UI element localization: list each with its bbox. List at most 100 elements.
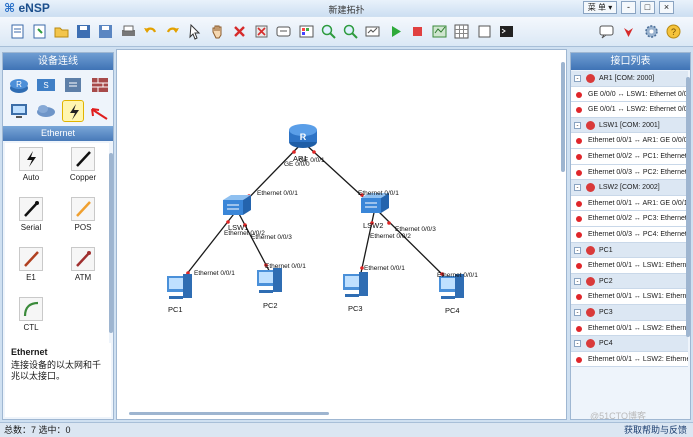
close-button[interactable]: × (659, 1, 674, 14)
chat-icon[interactable] (598, 23, 615, 40)
save-as-icon[interactable] (97, 23, 114, 40)
interface-link-row[interactable]: Ethernet 0/0/3 ↔ PC2: Ethernet 0/0/1 (571, 164, 688, 181)
delete-all-icon[interactable] (253, 23, 270, 40)
cable-pos[interactable]: POS (57, 193, 109, 243)
interface-link-row[interactable]: Ethernet 0/0/1 ↔ LSW2: Ethernet 0/0/2 (571, 320, 688, 337)
collapse-toggle-icon[interactable]: - (574, 277, 581, 285)
firewall-category-icon[interactable] (89, 74, 111, 96)
interface-link-row[interactable]: Ethernet 0/0/1 ↔ LSW1: Ethernet 0/0/2 (571, 258, 688, 274)
cable-atm[interactable]: ATM (57, 243, 109, 293)
help-feedback-link[interactable]: 获取帮助与反馈 (624, 423, 687, 437)
pc2-icon[interactable] (257, 268, 282, 293)
serial-cable-icon (19, 197, 43, 221)
undo-icon[interactable] (142, 23, 159, 40)
huawei-logo-icon[interactable] (620, 23, 637, 40)
open-file-icon[interactable] (53, 23, 70, 40)
capture-data-icon[interactable] (431, 23, 448, 40)
maximize-button[interactable]: □ (640, 1, 655, 14)
new-topology-icon[interactable] (9, 23, 26, 40)
cable-serial[interactable]: Serial (5, 193, 57, 243)
collapse-toggle-icon[interactable]: - (574, 184, 581, 192)
collapse-toggle-icon[interactable]: - (574, 308, 581, 316)
cable-ctl[interactable]: CTL (5, 293, 57, 343)
interface-link-row[interactable]: Ethernet 0/0/2 ↔ PC3: Ethernet 0/0/1 (571, 211, 688, 227)
cable-category-icon[interactable] (62, 100, 84, 122)
canvas-vertical-scrollbar[interactable] (561, 62, 565, 172)
title-bar: ⌘ eNSP 新建拓扑 菜 单 ▾ - □ × (0, 0, 693, 16)
redo-icon[interactable] (164, 23, 181, 40)
interface-device-row[interactable]: - PC4 (571, 336, 688, 352)
svg-text:?: ? (671, 27, 676, 37)
help-icon[interactable]: ? (665, 23, 682, 40)
zoom-in-icon[interactable] (320, 23, 337, 40)
interface-link-row[interactable]: Ethernet 0/0/1 ↔ AR1: GE 0/0/0 (571, 133, 688, 149)
delete-icon[interactable] (231, 23, 248, 40)
interface-row-text: PC3 (599, 308, 613, 316)
text-note-icon[interactable] (275, 23, 292, 40)
canvas-horizontal-scrollbar[interactable] (129, 412, 329, 415)
device-stopped-icon (586, 307, 595, 317)
cable-e1[interactable]: E1 (5, 243, 57, 293)
cable-auto[interactable]: Auto (5, 143, 57, 193)
collapse-toggle-icon[interactable]: - (574, 121, 581, 129)
collapse-toggle-icon[interactable]: - (574, 340, 581, 348)
start-device-icon[interactable] (387, 23, 404, 40)
interface-link-row[interactable]: GE 0/0/1 ↔ LSW2: Ethernet 0/0/1 (571, 102, 688, 118)
interface-link-row[interactable]: GE 0/0/0 ↔ LSW1: Ethernet 0/0/1 (571, 86, 688, 103)
zoom-out-icon[interactable] (342, 23, 359, 40)
interface-link-row[interactable]: Ethernet 0/0/1 ↔ AR1: GE 0/0/1 (571, 195, 688, 212)
interface-row-text: Ethernet 0/0/1 ↔ LSW2: Ethernet 0/0/3 (588, 355, 688, 363)
pc3-icon[interactable] (343, 272, 368, 297)
fit-view-icon[interactable] (364, 23, 381, 40)
device-stopped-icon (586, 245, 595, 255)
interface-row-text: LSW2 [COM: 2002] (599, 184, 660, 192)
lsw1-switch-icon[interactable] (223, 195, 251, 215)
interface-link-row[interactable]: Ethernet 0/0/1 ↔ LSW1: Ethernet 0/0/3 (571, 289, 688, 305)
cable-list-scrollbar[interactable] (109, 153, 113, 333)
interface-list: - AR1 [COM: 2000] GE 0/0/0 ↔ LSW1: Etherne… (571, 71, 688, 417)
interface-row-text: Ethernet 0/0/1 ↔ LSW1: Ethernet 0/0/2 (588, 262, 688, 270)
interface-device-row[interactable]: - PC3 (571, 304, 688, 321)
select-pointer-icon[interactable] (186, 23, 203, 40)
interface-device-row[interactable]: - LSW2 [COM: 2002] (571, 180, 688, 196)
cloud-category-icon[interactable] (35, 100, 57, 122)
switch-category-icon[interactable]: S (35, 74, 57, 96)
interface-row-text: GE 0/0/1 ↔ LSW2: Ethernet 0/0/1 (588, 106, 688, 114)
pc1-eth-label: Ethernet 0/0/1 (194, 270, 235, 277)
interface-link-row[interactable]: Ethernet 0/0/1 ↔ LSW2: Ethernet 0/0/3 (571, 351, 688, 368)
interface-row-text: Ethernet 0/0/1 ↔ LSW2: Ethernet 0/0/2 (588, 324, 688, 332)
print-icon[interactable] (120, 23, 137, 40)
minimize-button[interactable]: - (621, 1, 636, 14)
interface-device-row[interactable]: - PC2 (571, 273, 688, 290)
interface-link-row[interactable]: Ethernet 0/0/3 ↔ PC4: Ethernet 0/0/1 (571, 226, 688, 243)
grid-icon[interactable] (453, 23, 470, 40)
collapse-toggle-icon[interactable]: - (574, 246, 581, 254)
interface-device-row[interactable]: - LSW1 [COM: 2001] (571, 117, 688, 134)
terminal-category-icon[interactable] (8, 100, 30, 122)
settings-gear-icon[interactable] (643, 23, 660, 40)
interface-panel: 接口列表 - AR1 [COM: 2000] GE 0/0/0 ↔ LSW1: Et… (570, 52, 691, 420)
main-menu-button[interactable]: 菜 单 ▾ (583, 1, 617, 14)
collapse-toggle-icon[interactable]: - (574, 75, 581, 82)
pc1-icon[interactable] (167, 274, 192, 299)
terminal-icon[interactable] (498, 23, 515, 40)
topology-view-icon[interactable] (476, 23, 493, 40)
wlan-category-icon[interactable] (62, 74, 84, 96)
lsw2-up-label: Ethernet 0/0/1 (358, 190, 399, 197)
new-file-icon[interactable] (31, 23, 48, 40)
interface-row-text: Ethernet 0/0/2 ↔ PC1: Ethernet 0/0/1 (588, 152, 688, 160)
stop-device-icon[interactable] (409, 23, 426, 40)
interface-link-row[interactable]: Ethernet 0/0/2 ↔ PC1: Ethernet 0/0/1 (571, 148, 688, 165)
palette-icon[interactable] (298, 23, 315, 40)
router-category-icon[interactable]: R (8, 74, 30, 96)
ar1-router-icon[interactable]: R (289, 124, 317, 148)
save-icon[interactable] (75, 23, 92, 40)
interface-device-row[interactable]: - PC1 (571, 242, 688, 259)
topology-canvas[interactable]: R AR1 LSW1 LSW2 PC1 PC2 PC3 PC4 GE 0/0/0… (116, 49, 567, 420)
lsw1-up-label: Ethernet 0/0/1 (257, 190, 298, 197)
link-down-icon (576, 294, 582, 301)
interface-list-scrollbar[interactable] (686, 77, 690, 337)
hand-pan-icon[interactable] (209, 23, 226, 40)
interface-device-row[interactable]: - AR1 [COM: 2000] (571, 71, 688, 87)
cable-copper[interactable]: Copper (57, 143, 109, 193)
